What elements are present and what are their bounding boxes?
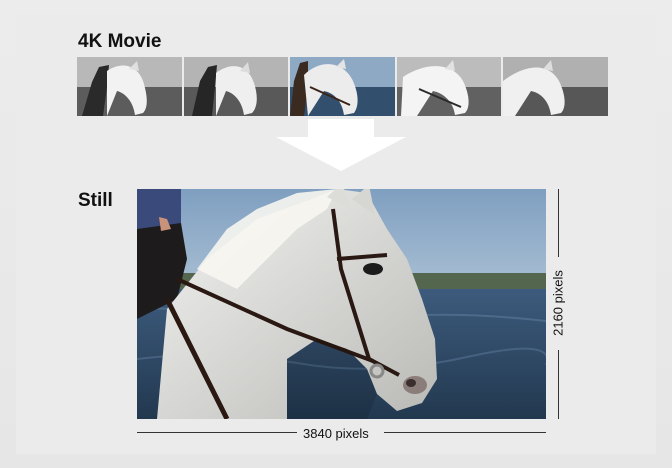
height-dimension-line-top [558, 189, 559, 257]
film-frame [396, 57, 502, 116]
diagram-stage: 4K Movie Still 3840 pixels 2160 pixels [0, 0, 672, 468]
film-frame [503, 57, 608, 116]
horse-frame-image [77, 57, 182, 116]
width-dimension-label: 3840 pixels [300, 426, 372, 441]
horse-frame-image [396, 57, 502, 116]
height-dimension-line-bottom [558, 350, 559, 419]
film-frame [183, 57, 289, 116]
height-dimension-label: 2160 pixels [550, 267, 566, 339]
film-frame [77, 57, 182, 116]
still-image [137, 189, 546, 419]
horse-frame-image [290, 57, 395, 116]
movie-heading: 4K Movie [78, 31, 162, 52]
width-dimension-line-left [137, 432, 297, 433]
movie-filmstrip [77, 57, 608, 116]
horse-still-image [137, 189, 546, 419]
width-dimension-line-right [384, 432, 546, 433]
film-frame-highlighted [290, 57, 395, 116]
horse-frame-image [183, 57, 289, 116]
still-heading: Still [78, 190, 113, 211]
horse-frame-image [503, 57, 608, 116]
arrow-down-icon [276, 119, 406, 171]
